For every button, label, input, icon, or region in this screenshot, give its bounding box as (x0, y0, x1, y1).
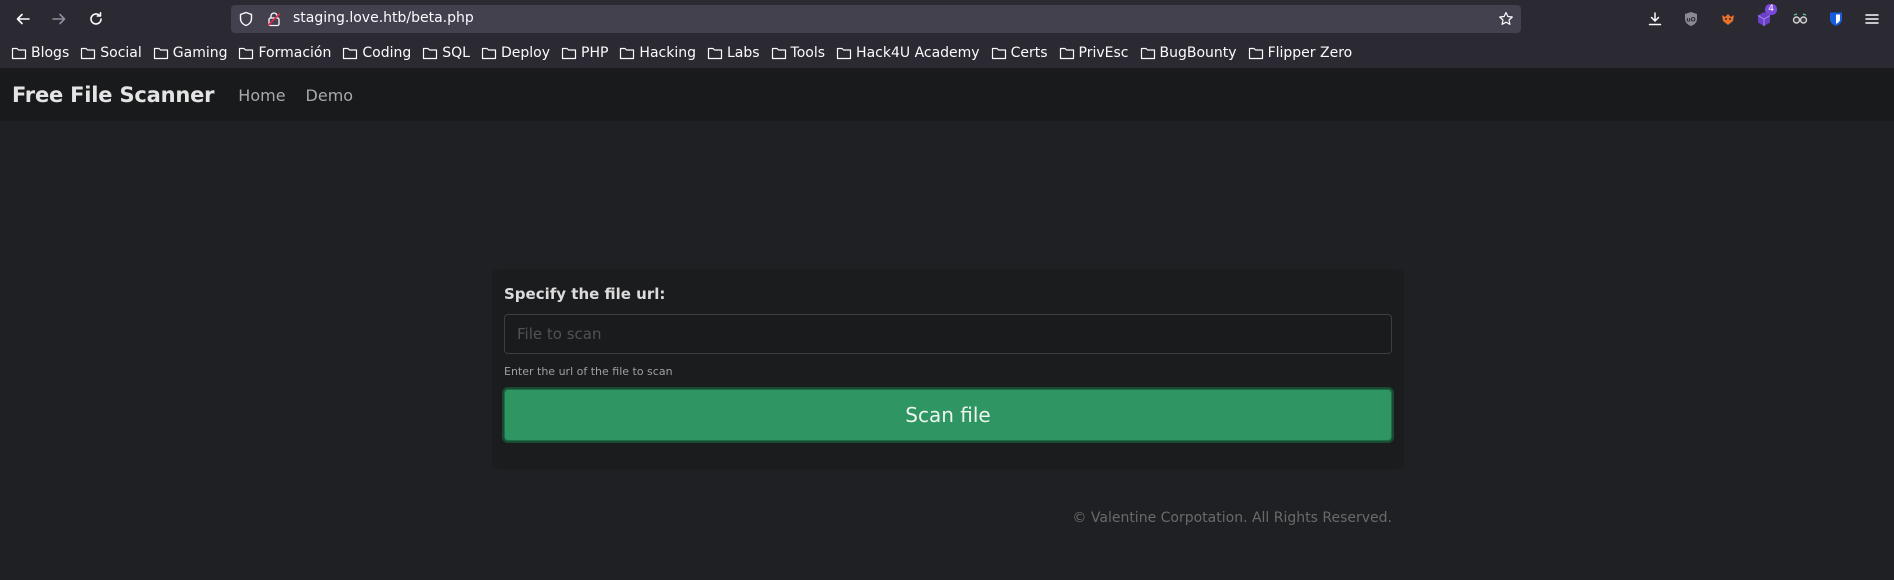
bookmark-folder[interactable]: Deploy (481, 45, 550, 61)
purple-extension-button[interactable]: 4 (1754, 4, 1777, 29)
bookmark-star-icon[interactable] (1498, 11, 1514, 27)
folder-icon (620, 47, 635, 60)
folder-icon (991, 47, 1006, 60)
svg-text:uO: uO (1686, 17, 1695, 24)
bookmark-label: PHP (581, 45, 609, 61)
folder-icon (481, 47, 497, 60)
folder-icon (771, 47, 786, 60)
folder-icon (836, 47, 852, 60)
bitwarden-shield-icon (1830, 12, 1842, 26)
fox-extension-icon (1722, 14, 1734, 25)
bookmark-label: Certs (1010, 45, 1048, 61)
downloads-button[interactable] (1645, 9, 1665, 29)
bookmark-folder[interactable]: Coding (342, 45, 411, 61)
back-arrow-icon (16, 13, 30, 25)
bookmark-folder[interactable]: Tools (771, 45, 826, 61)
bookmark-folder[interactable]: Hack4U Academy (836, 45, 980, 61)
bookmark-folder[interactable]: Gaming (153, 45, 228, 61)
folder-icon (1059, 47, 1074, 60)
bookmark-folder[interactable]: PrivEsc (1059, 45, 1129, 61)
insecure-lock-icon[interactable] (266, 11, 282, 27)
nav-link-demo[interactable]: Demo (306, 86, 354, 105)
bookmark-folder[interactable]: Blogs (11, 45, 69, 61)
bookmark-label: Flipper Zero (1267, 45, 1353, 61)
app-menu-button[interactable] (1862, 9, 1882, 29)
back-button[interactable] (11, 7, 35, 31)
bookmark-label: Social (100, 45, 142, 61)
site-navbar: Free File Scanner Home Demo (0, 69, 1894, 121)
hamburger-menu-icon (1865, 14, 1879, 24)
page-main: Specify the file url: Enter the url of t… (0, 121, 1894, 580)
folder-icon (153, 47, 168, 60)
browser-toolbar: staging.love.htb/beta.php uO 4 (0, 0, 1894, 38)
glasses-extension-icon (1792, 13, 1808, 24)
folder-icon (423, 47, 438, 60)
folder-icon (1248, 47, 1263, 60)
download-icon (1648, 12, 1662, 26)
folder-icon (343, 47, 358, 60)
folder-icon (1140, 47, 1155, 60)
bookmark-label: Gaming (172, 45, 228, 61)
bookmark-folder[interactable]: Formación (238, 45, 331, 61)
forward-button[interactable] (47, 7, 71, 31)
extension-badge: 4 (1765, 4, 1777, 15)
folder-icon (707, 47, 723, 60)
ublock-shield-icon: uO (1685, 12, 1697, 26)
bookmark-label: Tools (790, 45, 826, 61)
bookmark-label: Hack4U Academy (856, 45, 980, 61)
ublock-extension-button[interactable]: uO (1681, 9, 1701, 29)
bookmark-label: SQL (442, 45, 470, 61)
privacy-extension-button[interactable] (1790, 9, 1810, 29)
bookmark-label: Formación (258, 45, 332, 61)
reload-icon (90, 12, 102, 25)
file-url-input[interactable] (504, 314, 1392, 354)
nav-link-home[interactable]: Home (238, 86, 285, 105)
forward-arrow-icon (52, 13, 66, 25)
bookmark-folder[interactable]: Certs (991, 45, 1048, 61)
bookmark-folder[interactable]: PHP (561, 45, 608, 61)
bookmark-folder[interactable]: Hacking (619, 45, 696, 61)
bookmark-folder[interactable]: SQL (422, 45, 470, 61)
url-text[interactable]: staging.love.htb/beta.php (293, 10, 474, 26)
bookmark-folder[interactable]: Labs (707, 45, 760, 61)
bookmarks-toolbar: Blogs Social Gaming Formación Coding SQL Deplo… (0, 38, 1894, 69)
bookmark-label: BugBounty (1159, 45, 1237, 61)
bookmark-label: Coding (362, 45, 412, 61)
scan-file-button[interactable]: Scan file (504, 389, 1392, 441)
folder-icon (11, 47, 27, 60)
wappalyzer-extension-button[interactable] (1718, 9, 1738, 29)
bookmark-label: Deploy (500, 45, 550, 61)
bookmark-folder[interactable]: BugBounty (1140, 45, 1237, 61)
bookmark-label: Hacking (639, 45, 696, 61)
file-url-label: Specify the file url: (504, 285, 666, 303)
tracking-shield-icon[interactable] (238, 11, 254, 27)
bookmark-label: Labs (726, 45, 760, 61)
bookmark-folder[interactable]: Flipper Zero (1248, 45, 1353, 61)
address-bar[interactable]: staging.love.htb/beta.php (231, 5, 1521, 33)
folder-icon (81, 47, 96, 60)
bitwarden-extension-button[interactable] (1826, 9, 1846, 29)
folder-icon (561, 47, 577, 60)
footer-copyright: © Valentine Corpotation. All Rights Rese… (1072, 510, 1392, 526)
bookmark-label: Blogs (31, 45, 70, 61)
folder-icon (239, 47, 254, 60)
file-url-help-text: Enter the url of the file to scan (504, 365, 673, 378)
scan-form-card: Specify the file url: Enter the url of t… (492, 269, 1404, 469)
site-brand[interactable]: Free File Scanner (12, 83, 214, 107)
reload-button[interactable] (84, 7, 108, 31)
bookmark-label: PrivEsc (1078, 45, 1129, 61)
bookmark-folder[interactable]: Social (80, 45, 142, 61)
